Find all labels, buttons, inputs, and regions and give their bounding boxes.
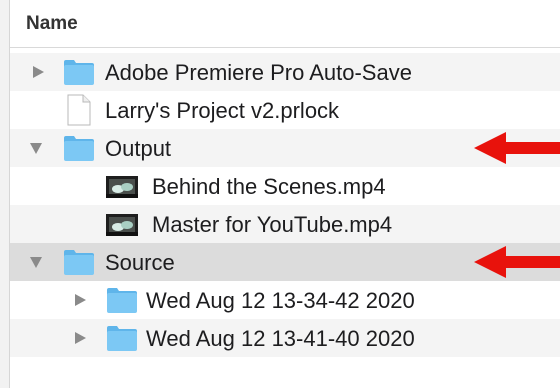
folder-icon (107, 326, 137, 351)
red-arrow-icon (474, 132, 560, 164)
folder-icon (107, 288, 137, 313)
list-item-source-folder[interactable]: Source (10, 243, 560, 281)
video-thumbnail-icon (106, 214, 138, 236)
item-name: Output (105, 136, 172, 161)
item-name: Wed Aug 12 13-34-42 2020 (146, 288, 415, 313)
red-arrow-icon (474, 246, 560, 278)
folder-icon (64, 136, 94, 161)
disclosure-collapsed-icon[interactable] (72, 330, 88, 346)
empty-row (10, 357, 560, 388)
list-item-auto-save-folder[interactable]: Adobe Premiere Pro Auto-Save (10, 53, 560, 91)
sidebar-edge (0, 0, 10, 388)
video-thumbnail-icon (106, 176, 138, 198)
item-name: Master for YouTube.mp4 (152, 212, 393, 237)
list-item-master-for-youtube[interactable]: Master for YouTube.mp4 (10, 205, 560, 243)
list-item-output-folder[interactable]: Output (10, 129, 560, 167)
item-name: Wed Aug 12 13-41-40 2020 (146, 326, 415, 351)
document-icon (67, 94, 91, 126)
name-column-label[interactable]: Name (26, 13, 78, 35)
list-item-behind-the-scenes[interactable]: Behind the Scenes.mp4 (10, 167, 560, 205)
column-header[interactable]: Name (10, 0, 560, 48)
folder-icon (64, 250, 94, 275)
disclosure-expanded-icon[interactable] (28, 140, 44, 156)
item-name: Adobe Premiere Pro Auto-Save (105, 60, 412, 85)
list-item-source-subfolder-1[interactable]: Wed Aug 12 13-34-42 2020 (10, 281, 560, 319)
item-name: Behind the Scenes.mp4 (152, 174, 386, 199)
folder-icon (64, 60, 94, 85)
item-name: Source (105, 250, 175, 275)
list-item-source-subfolder-2[interactable]: Wed Aug 12 13-41-40 2020 (10, 319, 560, 357)
disclosure-collapsed-icon[interactable] (30, 64, 46, 80)
item-name: Larry's Project v2.prlock (105, 98, 340, 123)
disclosure-expanded-icon[interactable] (28, 254, 44, 270)
disclosure-collapsed-icon[interactable] (72, 292, 88, 308)
list-item-prlock-file[interactable]: Larry's Project v2.prlock (10, 91, 560, 129)
